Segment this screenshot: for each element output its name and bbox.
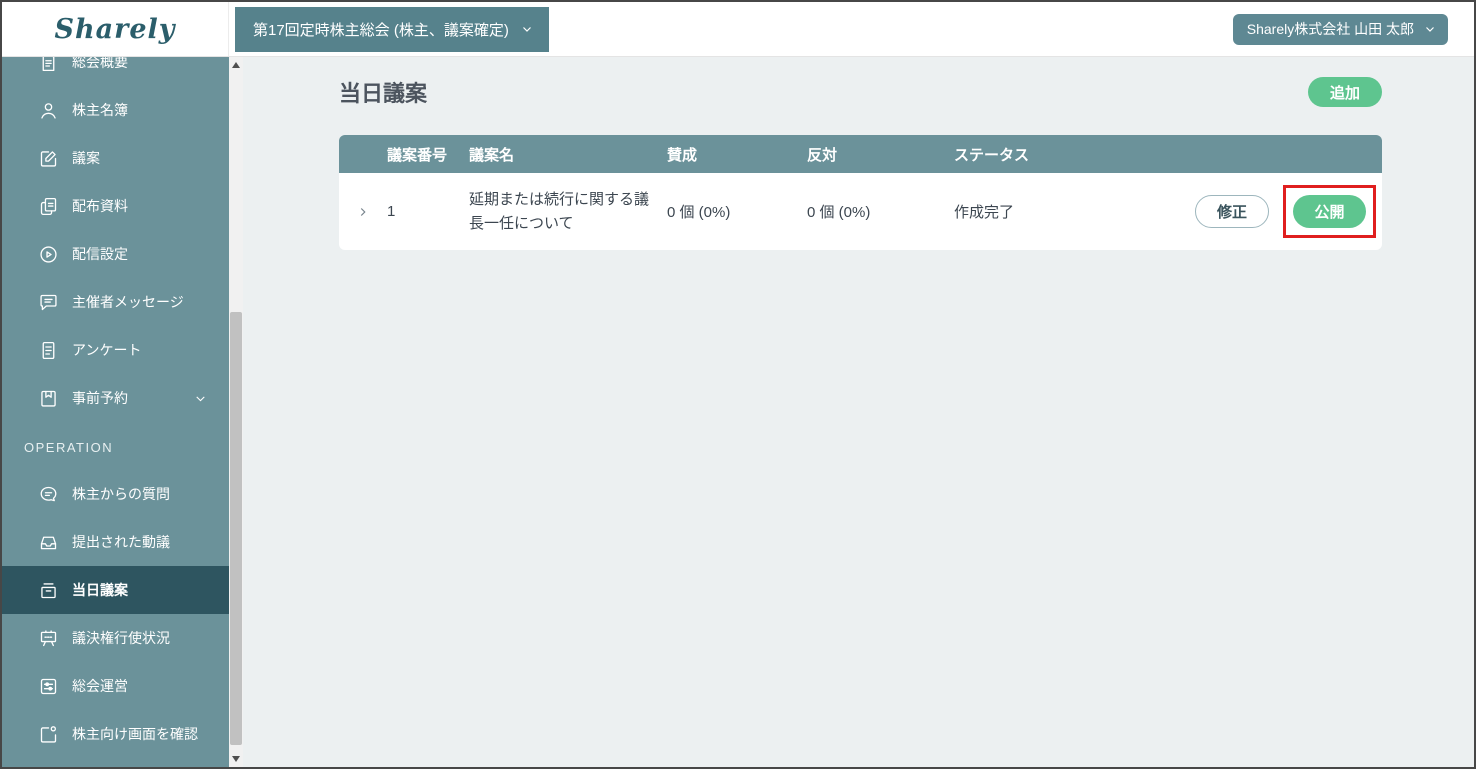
edit-icon <box>40 150 57 167</box>
scrollbar-down-arrow[interactable] <box>229 751 243 767</box>
votes-for-value: 0 個 (0%) <box>667 204 731 221</box>
archive-icon <box>41 582 56 598</box>
header-status: ステータス <box>954 146 1030 164</box>
play-circle-icon <box>40 245 57 263</box>
triangle-up-icon <box>232 62 240 68</box>
sidebar-item-label: 配布資料 <box>72 198 128 214</box>
sidebar-item-label: アンケート <box>72 342 142 358</box>
sidebar-item-label: 議決権行使状況 <box>72 630 170 646</box>
sharely-logo: Sharely <box>54 13 176 45</box>
sidebar-item-shareholder-questions[interactable]: 株主からの質問 <box>2 470 229 518</box>
agenda-name-value: 延期または続行に関する議長一任について <box>469 191 650 232</box>
scrollbar-thumb[interactable] <box>230 312 242 745</box>
sidebar-nav: 総会概要 株主名簿 議案 配布資料 配信設定 主催者メッセージ アンケート 事前… <box>2 57 229 767</box>
sidebar-item-label: 当日議案 <box>72 582 128 598</box>
external-screen-icon <box>40 725 57 743</box>
chevron-right-icon <box>360 207 366 216</box>
table-row: 1 延期または続行に関する議長一任について 0 個 (0%) 0 個 (0%) … <box>339 173 1382 250</box>
chevron-down-icon <box>522 27 531 32</box>
sidebar-item-meeting-operations[interactable]: 総会運営 <box>2 662 229 710</box>
message-icon <box>40 294 57 310</box>
edit-button[interactable]: 修正 <box>1195 195 1269 228</box>
sidebar-item-label: 株主向け画面を確認 <box>72 726 198 742</box>
sidebar-scrollbar <box>229 57 243 767</box>
sidebar-item-label: 提出された動議 <box>72 534 170 550</box>
meeting-selector-dropdown[interactable]: 第17回定時株主総会 (株主、議案確定) <box>235 6 549 52</box>
header-votes-for: 賛成 <box>667 146 698 164</box>
sidebar-item-agenda[interactable]: 議案 <box>2 134 229 182</box>
agenda-table: 議案番号 議案名 賛成 反対 ステータス 1 延期または続行に関する議長一任につ… <box>339 135 1382 250</box>
scrollbar-up-arrow[interactable] <box>229 57 243 73</box>
chevron-down-icon <box>1426 27 1434 32</box>
status-value: 作成完了 <box>954 204 1015 221</box>
sidebar-item-label: 主催者メッセージ <box>72 294 184 310</box>
sidebar-item-streaming-settings[interactable]: 配信設定 <box>2 230 229 278</box>
scrollbar-track[interactable] <box>229 73 243 751</box>
sidebar-item-submitted-motions[interactable]: 提出された動議 <box>2 518 229 566</box>
sidebar-section-operation: OPERATION <box>24 440 114 455</box>
votes-against-value: 0 個 (0%) <box>807 204 871 221</box>
copy-icon <box>40 197 57 215</box>
main-content: 当日議案 追加 議案番号 議案名 賛成 反対 ステータス 1 延期または続行に関… <box>243 57 1474 767</box>
header-agenda-name: 議案名 <box>469 146 515 164</box>
sidebar-item-survey[interactable]: アンケート <box>2 326 229 374</box>
page-title: 当日議案 <box>339 81 428 106</box>
user-icon <box>41 102 56 119</box>
row-expander[interactable] <box>339 205 387 219</box>
annotation-highlight-box: 公開 <box>1283 185 1376 238</box>
header-votes-against: 反対 <box>807 146 838 164</box>
top-header: Sharely 第17回定時株主総会 (株主、議案確定) Sharely株式会社… <box>2 2 1474 57</box>
sidebar-item-label: 株主からの質問 <box>72 486 170 502</box>
board-icon <box>40 629 57 646</box>
add-button[interactable]: 追加 <box>1307 77 1382 107</box>
sidebar-item-meeting-overview[interactable]: 総会概要 <box>2 57 229 86</box>
table-header-row: 議案番号 議案名 賛成 反対 ステータス <box>339 135 1382 173</box>
sidebar-item-label: 議案 <box>72 150 100 166</box>
inbox-icon <box>40 536 57 549</box>
publish-button[interactable]: 公開 <box>1293 195 1366 228</box>
sidebar-item-label: 事前予約 <box>72 390 128 406</box>
logo-zone: Sharely <box>2 2 229 56</box>
sidebar-item-label: 総会概要 <box>72 57 128 70</box>
question-chat-icon <box>40 486 57 501</box>
bookmark-icon <box>41 390 56 407</box>
sidebar-item-label: 総会運営 <box>72 678 128 694</box>
survey-icon <box>42 341 55 359</box>
sidebar-item-organizer-message[interactable]: 主催者メッセージ <box>2 278 229 326</box>
chevron-down-icon <box>196 395 205 401</box>
sidebar-item-voting-status[interactable]: 議決権行使状況 <box>2 614 229 662</box>
sidebar-item-advance-reservation[interactable]: 事前予約 <box>2 374 229 422</box>
sidebar-item-day-of-agenda[interactable]: 当日議案 <box>2 566 229 614</box>
sliders-icon <box>40 678 57 694</box>
triangle-down-icon <box>232 756 240 762</box>
meeting-selector-label: 第17回定時株主総会 (株主、議案確定) <box>253 21 509 39</box>
sidebar-item-distributed-materials[interactable]: 配布資料 <box>2 182 229 230</box>
sidebar-item-preview-shareholder-screen[interactable]: 株主向け画面を確認 <box>2 710 229 758</box>
agenda-number-value: 1 <box>387 203 396 220</box>
user-account-dropdown[interactable]: Sharely株式会社 山田 太郎 <box>1232 13 1448 45</box>
header-agenda-number: 議案番号 <box>387 146 448 164</box>
app-window: Sharely 第17回定時株主総会 (株主、議案確定) Sharely株式会社… <box>0 0 1476 769</box>
sidebar-item-label: 配信設定 <box>72 246 128 262</box>
row-actions: 修正 公開 <box>1144 185 1382 238</box>
file-text-icon <box>42 57 55 71</box>
user-account-label: Sharely株式会社 山田 太郎 <box>1246 21 1414 37</box>
sidebar-item-shareholder-register[interactable]: 株主名簿 <box>2 86 229 134</box>
sidebar-item-label: 株主名簿 <box>72 102 128 118</box>
